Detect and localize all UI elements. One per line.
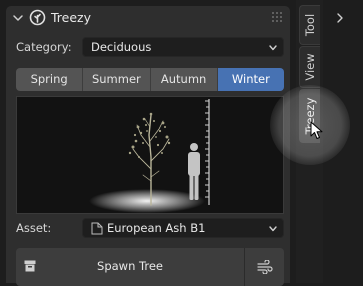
asset-value: European Ash B1	[107, 221, 206, 235]
asset-label: Asset:	[16, 221, 52, 235]
mouse-cursor-icon	[310, 121, 323, 139]
asset-thumbnail-icon	[91, 222, 103, 235]
spawn-tree-button[interactable]: Spawn Tree	[16, 248, 245, 286]
panel-title: Treezy	[51, 10, 92, 25]
tab-view-label: View	[303, 53, 317, 81]
chevron-down-icon[interactable]	[11, 11, 25, 25]
chevron-down-icon	[269, 45, 277, 51]
drag-handle-icon[interactable]	[272, 12, 284, 22]
spawn-tree-label: Spawn Tree	[97, 259, 163, 273]
tab-tool[interactable]: Tool	[299, 5, 320, 45]
chevron-right-icon[interactable]	[335, 12, 345, 24]
season-selector: Spring Summer Autumn Winter	[16, 68, 284, 91]
tab-view[interactable]: View	[299, 46, 320, 88]
asset-dropdown[interactable]: European Ash B1	[82, 218, 284, 238]
treezy-panel: Treezy Category: Deciduous Spring Summer…	[6, 6, 290, 286]
height-ruler	[205, 99, 210, 205]
category-label: Category:	[16, 40, 72, 54]
human-scale-figure	[188, 143, 200, 200]
season-winter-button[interactable]: Winter	[217, 68, 284, 91]
wind-settings-button[interactable]	[245, 248, 284, 286]
category-value: Deciduous	[91, 40, 152, 54]
tab-tool-label: Tool	[303, 13, 317, 37]
tree-preview-image	[16, 96, 284, 214]
wind-icon	[257, 260, 273, 274]
panel-header[interactable]: Treezy	[6, 6, 290, 30]
season-spring-button[interactable]: Spring	[16, 68, 84, 91]
season-summer-button[interactable]: Summer	[83, 68, 151, 91]
treezy-logo-icon	[29, 9, 46, 26]
season-autumn-button[interactable]: Autumn	[150, 68, 218, 91]
chevron-down-icon	[269, 226, 277, 232]
category-dropdown[interactable]: Deciduous	[82, 37, 284, 57]
